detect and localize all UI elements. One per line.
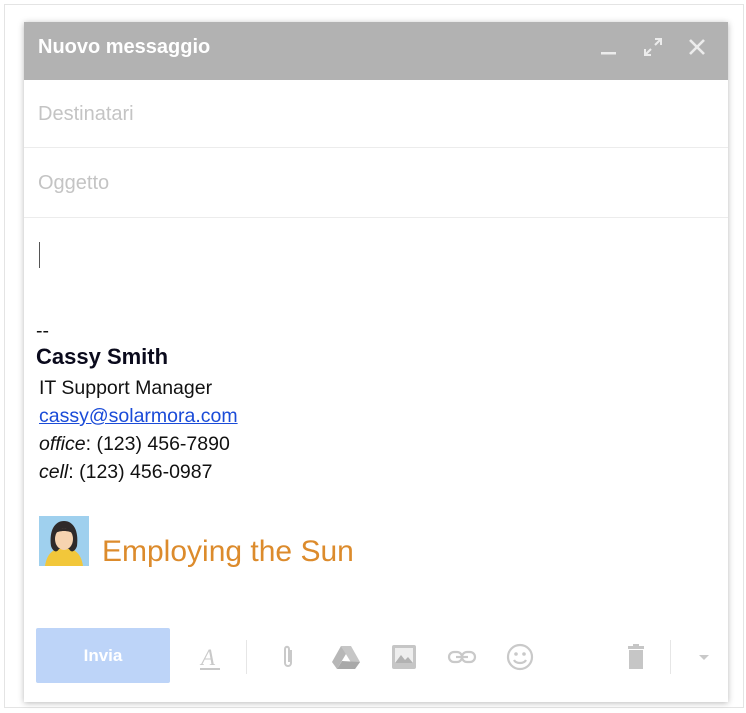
office-label: office (39, 433, 86, 455)
toolbar-divider (246, 640, 247, 674)
titlebar[interactable]: Nuovo messaggio (24, 22, 728, 80)
recipients-input[interactable] (36, 80, 700, 149)
close-icon[interactable] (686, 36, 708, 58)
signature-cell: cell: (123) 456-0987 (39, 461, 212, 484)
link-icon[interactable] (446, 641, 478, 673)
compose-toolbar: Invia A (24, 612, 728, 702)
minimize-icon[interactable] (598, 36, 620, 58)
avatar-logo (39, 516, 89, 566)
signature-role: IT Support Manager (39, 377, 213, 399)
drive-icon[interactable] (330, 641, 362, 673)
expand-icon[interactable] (642, 36, 664, 58)
window-title: Nuovo messaggio (38, 36, 211, 58)
cell-value: : (123) 456-0987 (68, 461, 213, 483)
signature-email-link[interactable]: cassy@solarmora.com (39, 405, 238, 428)
trash-icon[interactable] (620, 641, 652, 673)
more-options-icon[interactable] (688, 641, 720, 673)
signature-tagline: Employing the Sun (102, 535, 354, 568)
emoji-icon[interactable] (504, 641, 536, 673)
signature-separator: -- (36, 320, 49, 342)
signature-name: Cassy Smith (36, 344, 169, 369)
compose-window: Nuovo messaggio -- Cassy Smith IT Suppor… (24, 22, 728, 702)
toolbar-divider (670, 640, 671, 674)
office-value: : (123) 456-7890 (85, 433, 230, 455)
attach-icon[interactable] (272, 641, 304, 673)
svg-text:A: A (199, 645, 216, 670)
photo-icon[interactable] (388, 641, 420, 673)
signature-office: office: (123) 456-7890 (39, 433, 230, 456)
subject-input[interactable] (36, 148, 700, 219)
text-cursor (39, 242, 40, 268)
format-text-icon[interactable]: A (194, 641, 226, 673)
send-button[interactable]: Invia (36, 628, 170, 683)
recipients-row (24, 80, 728, 149)
cell-label: cell (39, 461, 69, 483)
subject-row (24, 148, 728, 219)
